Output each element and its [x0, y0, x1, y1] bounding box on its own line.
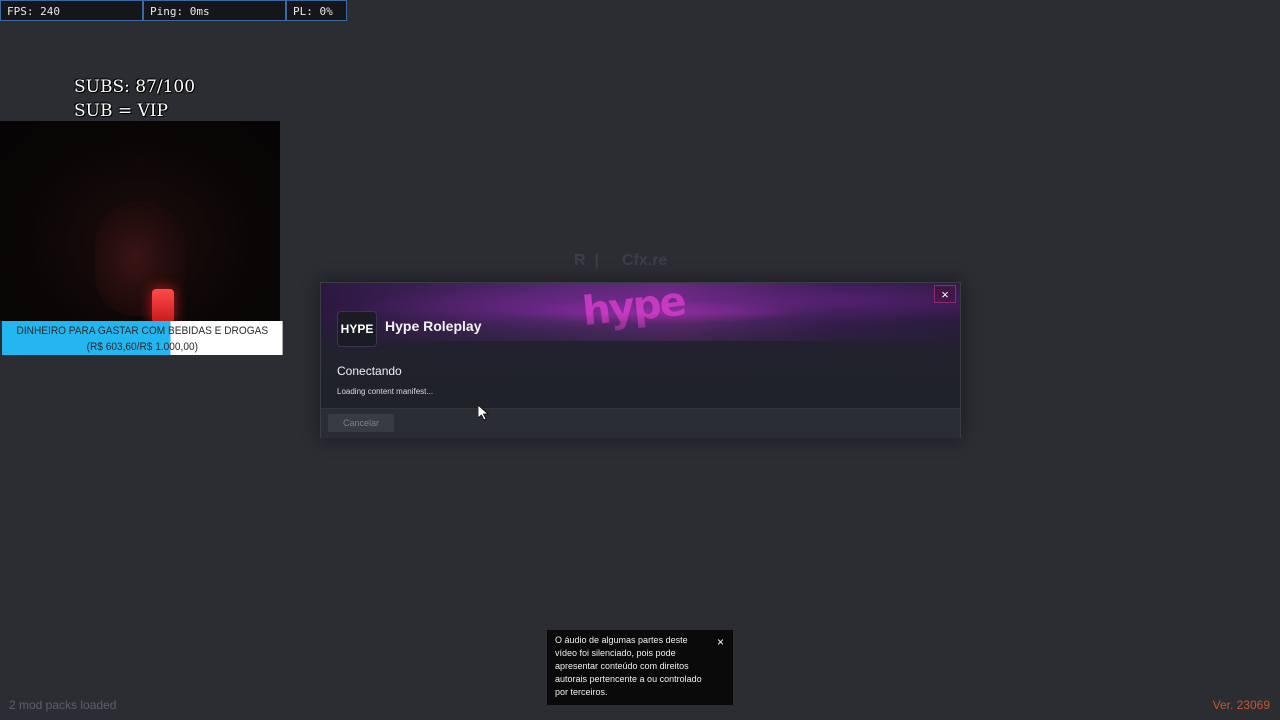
status-title: Conectando [337, 364, 402, 378]
microphone-light [152, 289, 174, 321]
server-name: Hype Roleplay [385, 318, 482, 334]
ghost-logo-icon: R | [574, 252, 599, 269]
webcam-feed [0, 121, 280, 321]
subs-counter: SUBS: 87/100 SUB = VIP [74, 75, 195, 123]
server-banner: hype HYPE Hype Roleplay × Conectando Loa… [321, 283, 960, 408]
cancel-button[interactable]: Cancelar [328, 414, 394, 432]
server-logo-icon: HYPE [337, 311, 377, 347]
performance-stats-bar: FPS: 240 Ping: 0ms PL: 0% [0, 0, 347, 21]
ghost-title: Cfx.re [622, 252, 668, 269]
version-label: Ver. 23069 [1212, 698, 1270, 712]
status-message: Loading content manifest... [337, 387, 434, 396]
notice-text: O áudio de algumas partes deste vídeo fo… [555, 635, 702, 697]
mod-packs-status: 2 mod packs loaded [9, 698, 117, 712]
donation-goal-bar: DINHEIRO PARA GASTAR COM BEBIDAS E DROGA… [2, 321, 283, 355]
connecting-dialog: hype HYPE Hype Roleplay × Conectando Loa… [320, 282, 961, 438]
background-window-ghost: R | Cfx.re [560, 248, 740, 274]
close-icon[interactable]: × [717, 635, 724, 649]
muted-audio-notice: O áudio de algumas partes deste vídeo fo… [547, 630, 733, 705]
dialog-footer: Cancelar [321, 408, 960, 438]
packet-loss-readout: PL: 0% [286, 0, 347, 21]
sub-vip-text: SUB = VIP [74, 101, 168, 121]
ping-readout: Ping: 0ms [143, 0, 286, 21]
subs-count-text: SUBS: 87/100 [74, 77, 196, 97]
fps-readout: FPS: 240 [0, 0, 143, 21]
close-icon[interactable]: × [934, 285, 956, 303]
goal-title: DINHEIRO PARA GASTAR COM BEBIDAS E DROGA… [16, 325, 269, 337]
goal-amount: (R$ 603,60/R$ 1.000,00) [86, 341, 199, 353]
